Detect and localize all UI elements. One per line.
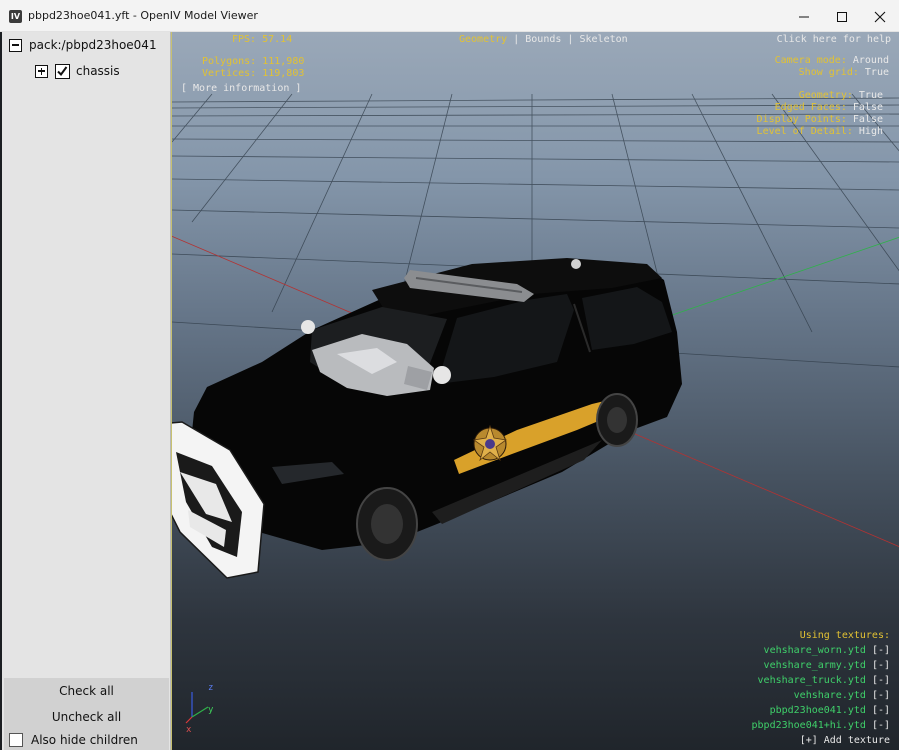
gizmo-x-label: x: [186, 725, 192, 735]
title-bar: IV pbpd23hoe041.yft - OpenIV Model Viewe…: [0, 0, 899, 32]
chassis-checkbox[interactable]: [55, 63, 70, 79]
add-texture-button[interactable]: [+] Add texture: [752, 733, 890, 748]
close-button[interactable]: [861, 0, 899, 32]
display-points-setting[interactable]: Display Points: False: [757, 114, 883, 125]
show-grid-setting[interactable]: Show grid: True: [775, 67, 889, 78]
camera-settings: Camera mode: Around Show grid: True: [775, 55, 889, 78]
tab-skeleton[interactable]: Skeleton: [579, 34, 627, 45]
openiv-app-icon: IV: [9, 10, 22, 23]
uncheck-all-button[interactable]: Uncheck all: [4, 704, 169, 730]
tree-node-chassis[interactable]: chassis: [35, 62, 120, 80]
hide-children-checkbox[interactable]: [9, 733, 23, 747]
texture-item: vehshare.ytd [-]: [793, 690, 890, 701]
camera-mode-setting[interactable]: Camera mode: Around: [775, 55, 889, 66]
minimize-icon: [799, 16, 809, 18]
maximize-button[interactable]: [823, 0, 861, 32]
edged-faces-setting[interactable]: Edged Faces: False: [757, 102, 883, 113]
gizmo-y-label: y: [208, 705, 214, 715]
tree-root-label: pack:/pbpd23hoe041: [29, 38, 157, 52]
texture-item: pbpd23hoe041.ytd [-]: [769, 705, 890, 716]
texture-item: vehshare_worn.ytd [-]: [763, 645, 890, 656]
checkmark-icon: [57, 65, 68, 76]
axis-gizmo: z y x: [185, 683, 214, 735]
remove-texture-button[interactable]: [-]: [872, 645, 890, 656]
texture-item: vehshare_army.ytd [-]: [763, 660, 890, 671]
fps-readout: FPS: 57.14: [232, 34, 293, 45]
more-information-link[interactable]: [ More information ]: [181, 83, 301, 94]
collapse-icon[interactable]: [9, 38, 22, 52]
model-tree-panel: pack:/pbpd23hoe041 chassis Check all Unc…: [2, 32, 171, 750]
view-mode-tabs: Geometry | Bounds | Skeleton: [459, 34, 628, 45]
help-link[interactable]: Click here for help: [777, 34, 891, 45]
gizmo-z-label: z: [208, 683, 213, 693]
tree-root-node[interactable]: pack:/pbpd23hoe041: [9, 36, 157, 54]
remove-texture-button[interactable]: [-]: [872, 705, 890, 716]
vertices-readout: Vertices: 119,803: [202, 68, 305, 79]
textures-heading: Using textures:: [799, 630, 890, 641]
remove-texture-button[interactable]: [-]: [872, 720, 890, 731]
check-all-button[interactable]: Check all: [4, 678, 169, 704]
geometry-setting[interactable]: Geometry: True: [757, 90, 883, 101]
render-settings: Geometry: True Edged Faces: False Displa…: [757, 90, 883, 137]
tree-node-label: chassis: [76, 64, 120, 78]
model-viewport[interactable]: z y x FPS: 57.14 Polygons: 111,980 Verti…: [171, 32, 899, 750]
remove-texture-button[interactable]: [-]: [872, 675, 890, 686]
close-icon: [874, 11, 886, 23]
hide-children-option[interactable]: Also hide children: [4, 730, 169, 750]
polygons-readout: Polygons: 111,980: [202, 56, 305, 67]
window-title: pbpd23hoe041.yft - OpenIV Model Viewer: [28, 9, 258, 22]
tab-geometry[interactable]: Geometry: [459, 34, 507, 45]
vehicle-model: [172, 258, 682, 579]
tab-bounds[interactable]: Bounds: [525, 34, 561, 45]
y-axis-line: [651, 236, 899, 323]
maximize-icon: [837, 12, 847, 22]
texture-item: pbpd23hoe041+hi.ytd [-]: [751, 720, 890, 731]
hide-children-label: Also hide children: [31, 733, 138, 747]
expand-icon[interactable]: [35, 64, 48, 78]
texture-item: vehshare_truck.ytd [-]: [757, 675, 890, 686]
texture-list: Using textures: vehshare_worn.ytd [-] ve…: [752, 628, 890, 748]
remove-texture-button[interactable]: [-]: [872, 690, 890, 701]
level-of-detail-setting[interactable]: Level of Detail: High: [757, 126, 883, 137]
minimize-button[interactable]: [785, 0, 823, 32]
remove-texture-button[interactable]: [-]: [872, 660, 890, 671]
